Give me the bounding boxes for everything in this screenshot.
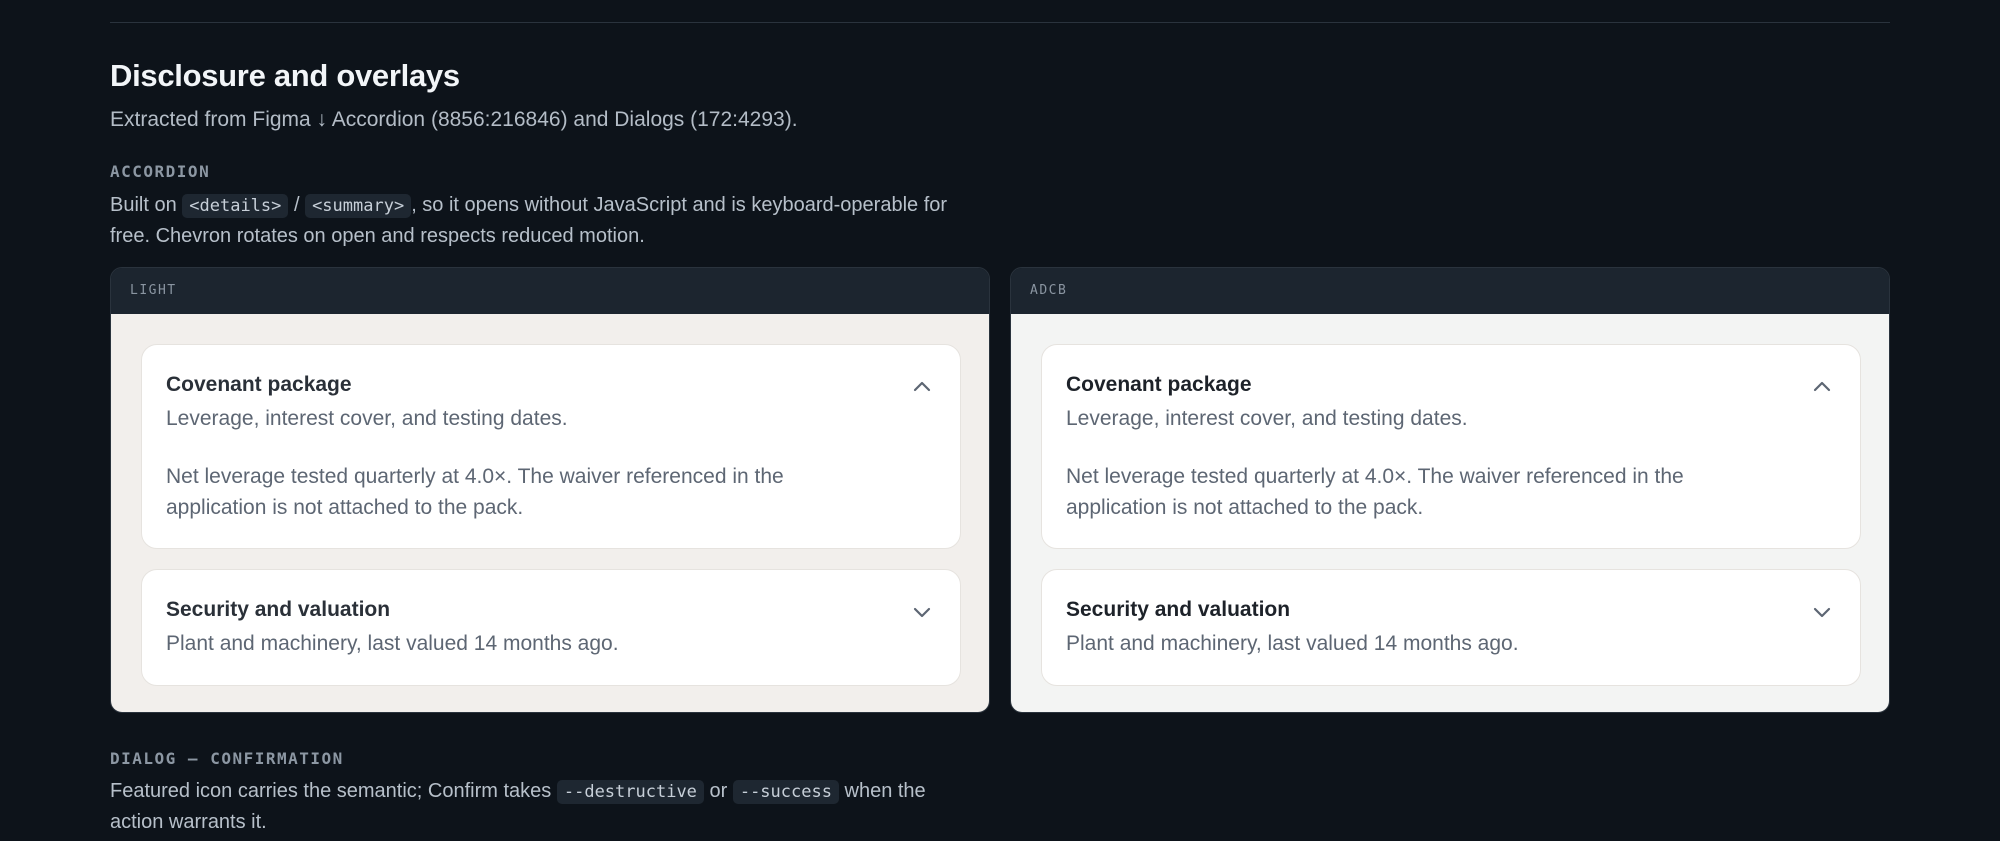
code-summary: <summary> (305, 194, 412, 218)
accordion-desc-pre: Built on (110, 194, 183, 216)
code-destructive: --destructive (556, 780, 704, 804)
code-success: --success (732, 780, 839, 804)
panel-label: ADCB (1011, 268, 1889, 314)
accordion-title: Security and valuation (166, 598, 391, 621)
dialog-desc-line2: action warrants it. (110, 811, 267, 833)
accordion-item-security[interactable]: Security and valuation Plant and machine… (1041, 569, 1861, 686)
section-title: Disclosure and overlays (110, 58, 460, 93)
accordion-item-covenant[interactable]: Covenant package Leverage, interest cove… (1041, 344, 1861, 549)
chevron-down-icon[interactable] (1810, 600, 1834, 624)
dialog-description: Featured icon carries the semantic; Conf… (110, 776, 990, 837)
accordion-eyebrow: ACCORDION (110, 162, 211, 181)
accordion-subtitle: Plant and machinery, last valued 14 mont… (166, 632, 619, 655)
panel-label: LIGHT (111, 268, 989, 314)
accordion-subtitle: Leverage, interest cover, and testing da… (1066, 407, 1468, 430)
chevron-down-icon[interactable] (910, 600, 934, 624)
dialog-desc-or: or (703, 780, 733, 802)
accordion-body: Net leverage tested quarterly at 4.0×. T… (166, 465, 784, 519)
panel-body: Covenant package Leverage, interest cove… (111, 314, 989, 712)
accordion-item-covenant[interactable]: Covenant package Leverage, interest cove… (141, 344, 961, 549)
preview-panel-adcb: ADCB Covenant package Leverage, interest… (1010, 267, 1890, 713)
accordion-title: Covenant package (166, 373, 352, 396)
accordion-description: Built on <details> / <summary>, so it op… (110, 190, 990, 251)
dialog-desc-pre: Featured icon carries the semantic; Conf… (110, 780, 557, 802)
accordion-desc-sep: / (288, 194, 306, 216)
accordion-subtitle: Plant and machinery, last valued 14 mont… (1066, 632, 1519, 655)
panel-body: Covenant package Leverage, interest cove… (1011, 314, 1889, 712)
dialog-desc-line1: when the (838, 780, 926, 802)
accordion-item-security[interactable]: Security and valuation Plant and machine… (141, 569, 961, 686)
accordion-title: Security and valuation (1066, 598, 1291, 621)
code-details: <details> (182, 194, 289, 218)
accordion-title: Covenant package (1066, 373, 1252, 396)
preview-panel-light: LIGHT Covenant package Leverage, interes… (110, 267, 990, 713)
accordion-desc-line2: free. Chevron rotates on open and respec… (110, 225, 645, 247)
chevron-up-icon[interactable] (910, 375, 934, 399)
section-divider (110, 22, 1890, 23)
section-subtitle: Extracted from Figma ↓ Accordion (8856:2… (110, 108, 798, 131)
accordion-subtitle: Leverage, interest cover, and testing da… (166, 407, 568, 430)
accordion-desc-line1: , so it opens without JavaScript and is … (411, 194, 948, 216)
dialog-eyebrow: DIALOG — CONFIRMATION (110, 749, 344, 768)
accordion-body: Net leverage tested quarterly at 4.0×. T… (1066, 465, 1684, 519)
chevron-up-icon[interactable] (1810, 375, 1834, 399)
